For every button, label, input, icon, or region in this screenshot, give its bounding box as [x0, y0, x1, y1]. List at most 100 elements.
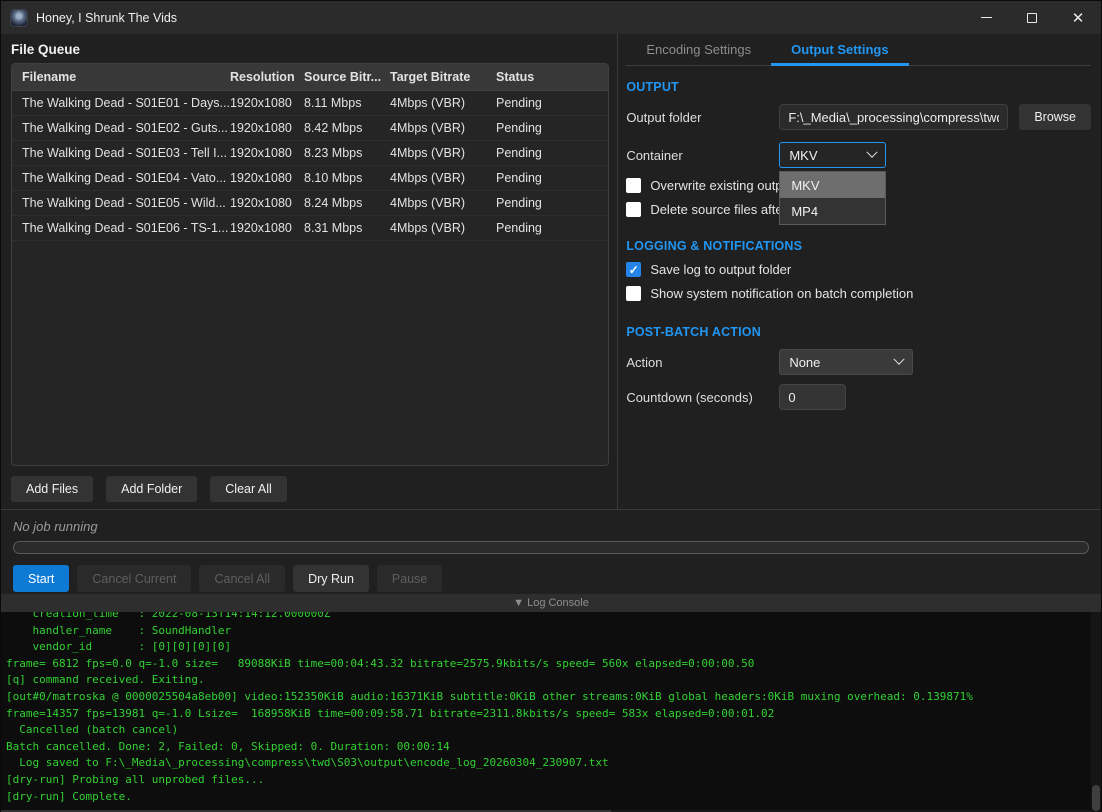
queue-actions: Add Files Add Folder Clear All — [11, 476, 617, 502]
log-line: Log saved to F:\_Media\_processing\compr… — [6, 755, 1101, 772]
app-window: { "window": { "title": "Honey, I Shrunk … — [0, 0, 1102, 812]
log-line: Batch cancelled. Done: 2, Failed: 0, Ski… — [6, 739, 1101, 756]
log-output: creation_time : 2022-08-13T14:14:12.0000… — [6, 612, 1101, 805]
table-row[interactable]: The Walking Dead - S01E06 - TS-1... 1920… — [12, 216, 608, 241]
add-files-button[interactable]: Add Files — [11, 476, 93, 502]
cell-source-bitrate: 8.23 Mbps — [304, 146, 390, 160]
add-folder-button[interactable]: Add Folder — [106, 476, 197, 502]
file-queue-table: Filename Resolution Source Bitr... Targe… — [11, 63, 609, 466]
cell-filename: The Walking Dead - S01E06 - TS-1... — [12, 221, 230, 235]
notify-label: Show system notification on batch comple… — [650, 286, 913, 301]
file-queue-panel: File Queue Filename Resolution Source Bi… — [1, 34, 618, 509]
tab-encoding-settings[interactable]: Encoding Settings — [626, 34, 771, 65]
window-title: Honey, I Shrunk The Vids — [36, 11, 177, 25]
dry-run-button[interactable]: Dry Run — [293, 565, 369, 592]
tab-output-settings[interactable]: Output Settings — [771, 34, 909, 65]
pause-button[interactable]: Pause — [377, 565, 442, 592]
cell-target-bitrate: 4Mbps (VBR) — [390, 196, 496, 210]
cell-filename: The Walking Dead - S01E01 - Days... — [12, 96, 230, 110]
cell-source-bitrate: 8.10 Mbps — [304, 171, 390, 185]
delete-source-checkbox[interactable] — [626, 202, 641, 217]
log-line: [q] command received. Exiting. — [6, 672, 1101, 689]
log-vertical-scrollbar-thumb[interactable] — [1092, 785, 1100, 811]
table-row[interactable]: The Walking Dead - S01E05 - Wild... 1920… — [12, 191, 608, 216]
overwrite-checkbox[interactable] — [626, 178, 641, 193]
countdown-row: Countdown (seconds) — [626, 384, 1091, 410]
countdown-label: Countdown (seconds) — [626, 390, 779, 405]
cell-resolution: 1920x1080 — [230, 221, 304, 235]
cell-target-bitrate: 4Mbps (VBR) — [390, 146, 496, 160]
save-log-checkbox[interactable]: ✓ — [626, 262, 641, 277]
clear-all-button[interactable]: Clear All — [210, 476, 287, 502]
table-row[interactable]: The Walking Dead - S01E04 - Vato... 1920… — [12, 166, 608, 191]
start-button[interactable]: Start — [13, 565, 69, 592]
log-console-toggle[interactable]: ▼ Log Console — [1, 594, 1101, 612]
cell-status: Pending — [496, 221, 608, 235]
settings-tabs: Encoding Settings Output Settings — [626, 34, 1091, 66]
cell-resolution: 1920x1080 — [230, 121, 304, 135]
column-header-status[interactable]: Status — [496, 70, 608, 84]
section-logging-notifications: LOGGING & NOTIFICATIONS — [626, 239, 1091, 253]
checkmark-icon: ✓ — [629, 263, 639, 277]
browse-button[interactable]: Browse — [1019, 104, 1091, 130]
cancel-current-button[interactable]: Cancel Current — [77, 565, 191, 592]
cell-status: Pending — [496, 121, 608, 135]
cell-target-bitrate: 4Mbps (VBR) — [390, 171, 496, 185]
maximize-button[interactable] — [1009, 1, 1055, 34]
cancel-all-button[interactable]: Cancel All — [199, 565, 285, 592]
action-select[interactable]: None — [779, 349, 913, 375]
table-row[interactable]: The Walking Dead - S01E03 - Tell I... 19… — [12, 141, 608, 166]
action-label: Action — [626, 355, 779, 370]
window-controls: ✕ — [963, 1, 1101, 34]
output-folder-input[interactable] — [779, 104, 1008, 130]
container-row: Container MKV MKV MP4 — [626, 142, 1091, 168]
cell-filename: The Walking Dead - S01E04 - Vato... — [12, 171, 230, 185]
container-option-mp4[interactable]: MP4 — [780, 198, 885, 224]
table-row[interactable]: The Walking Dead - S01E01 - Days... 1920… — [12, 91, 608, 116]
countdown-input[interactable] — [779, 384, 846, 410]
file-queue-heading: File Queue — [11, 42, 617, 57]
action-row: Action None — [626, 349, 1091, 375]
output-folder-label: Output folder — [626, 110, 779, 125]
container-dropdown-popup: MKV MP4 — [779, 171, 886, 225]
section-output: OUTPUT — [626, 80, 1091, 94]
log-line: frame= 6812 fps=0.0 q=-1.0 size= 89088Ki… — [6, 656, 1101, 673]
cell-source-bitrate: 8.42 Mbps — [304, 121, 390, 135]
column-header-source-bitrate[interactable]: Source Bitr... — [304, 70, 390, 84]
log-line: [out#0/matroska @ 0000025504a8eb00] vide… — [6, 689, 1101, 706]
progress-bar — [13, 541, 1089, 554]
cell-target-bitrate: 4Mbps (VBR) — [390, 121, 496, 135]
table-row[interactable]: The Walking Dead - S01E02 - Guts... 1920… — [12, 116, 608, 141]
minimize-button[interactable] — [963, 1, 1009, 34]
log-console[interactable]: creation_time : 2022-08-13T14:14:12.0000… — [1, 612, 1101, 812]
cell-target-bitrate: 4Mbps (VBR) — [390, 96, 496, 110]
close-icon: ✕ — [1072, 9, 1085, 27]
section-post-batch-action: POST-BATCH ACTION — [626, 325, 1091, 339]
overwrite-label: Overwrite existing outputs — [650, 178, 800, 193]
log-line: Cancelled (batch cancel) — [6, 722, 1101, 739]
cell-source-bitrate: 8.31 Mbps — [304, 221, 390, 235]
log-line: handler_name : SoundHandler — [6, 623, 1101, 640]
close-button[interactable]: ✕ — [1055, 1, 1101, 34]
save-log-label: Save log to output folder — [650, 262, 791, 277]
column-header-filename[interactable]: Filename — [12, 70, 230, 84]
cell-resolution: 1920x1080 — [230, 96, 304, 110]
cell-status: Pending — [496, 171, 608, 185]
column-header-resolution[interactable]: Resolution — [230, 70, 304, 84]
column-header-target-bitrate[interactable]: Target Bitrate — [390, 70, 496, 84]
cell-filename: The Walking Dead - S01E03 - Tell I... — [12, 146, 230, 160]
notify-checkbox[interactable] — [626, 286, 641, 301]
log-line: creation_time : 2022-08-13T14:14:12.0000… — [6, 612, 1101, 623]
cell-resolution: 1920x1080 — [230, 196, 304, 210]
notify-row: Show system notification on batch comple… — [626, 285, 1091, 302]
container-option-mkv[interactable]: MKV — [780, 172, 885, 198]
log-line: vendor_id : [0][0][0][0] — [6, 639, 1101, 656]
container-select[interactable]: MKV — [779, 142, 886, 168]
titlebar: Honey, I Shrunk The Vids ✕ — [1, 1, 1101, 34]
log-vertical-scrollbar[interactable] — [1091, 612, 1101, 812]
cell-target-bitrate: 4Mbps (VBR) — [390, 221, 496, 235]
settings-panel: Encoding Settings Output Settings OUTPUT… — [618, 34, 1101, 509]
cell-status: Pending — [496, 196, 608, 210]
cell-resolution: 1920x1080 — [230, 146, 304, 160]
cell-source-bitrate: 8.24 Mbps — [304, 196, 390, 210]
